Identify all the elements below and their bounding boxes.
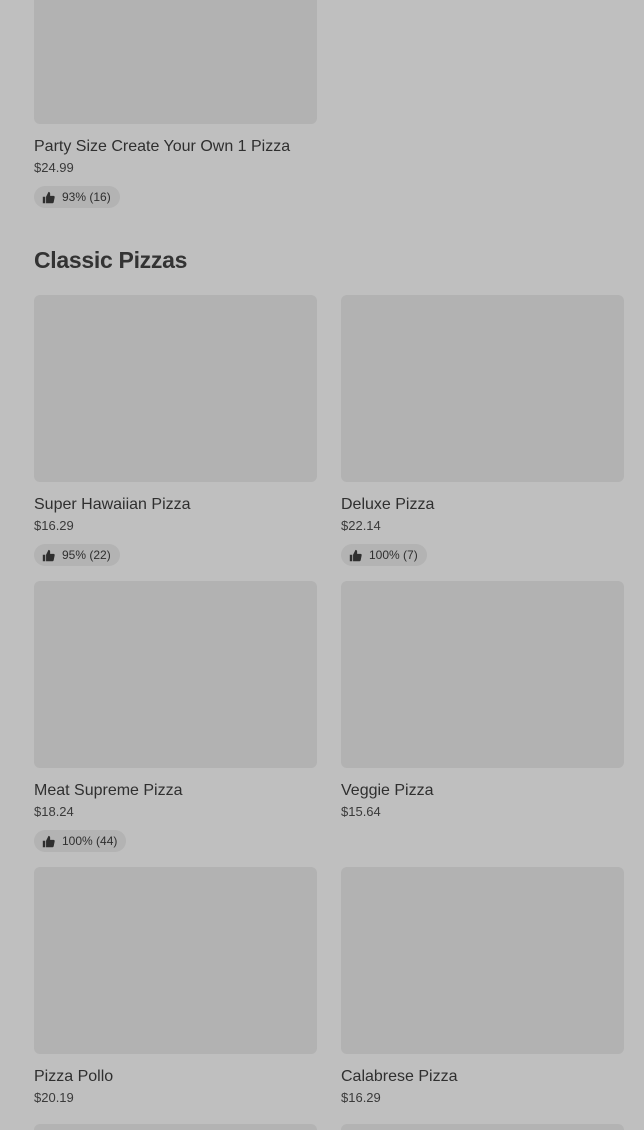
- thumbs-up-icon: [42, 549, 55, 562]
- section-title: Classic Pizzas: [34, 247, 188, 273]
- item-title: Pizza Pollo: [34, 1068, 114, 1085]
- item-price: $24.99: [34, 160, 74, 175]
- menu-item-card[interactable]: Veggie Pizza $15.64: [341, 581, 624, 820]
- item-title: Party Size Create Your Own 1 Pizza: [34, 138, 291, 155]
- menu-page: Party Size Create Your Own 1 Pizza $24.9…: [0, 0, 644, 1130]
- menu-item-card[interactable]: Meat Supreme Pizza $18.24 100% (44): [34, 581, 317, 853]
- rating-badge: 95% (22): [34, 544, 120, 566]
- rating-badge: 100% (44): [34, 830, 127, 852]
- item-price: $16.29: [341, 1090, 381, 1105]
- rating-text: 100% (7): [369, 548, 418, 562]
- menu-item-card[interactable]: Pizza Pollo $20.19: [34, 867, 317, 1106]
- item-price: $20.19: [34, 1090, 74, 1105]
- menu-item-card[interactable]: Super Hawaiian Pizza $16.29 95% (22): [34, 295, 317, 567]
- menu-item-card[interactable]: Calabrese Pizza $16.29: [341, 867, 624, 1106]
- item-title: Calabrese Pizza: [341, 1068, 458, 1085]
- item-image[interactable]: [34, 867, 317, 1054]
- item-price: $22.14: [341, 518, 381, 533]
- item-image[interactable]: [341, 1124, 624, 1130]
- item-price: $16.29: [34, 518, 74, 533]
- rating-text: 93% (16): [62, 190, 111, 204]
- thumbs-up-icon: [42, 191, 55, 204]
- item-price: $18.24: [34, 804, 74, 819]
- item-image[interactable]: [34, 1124, 317, 1130]
- item-title: Meat Supreme Pizza: [34, 782, 183, 799]
- item-title: Deluxe Pizza: [341, 496, 435, 513]
- rating-text: 100% (44): [62, 834, 118, 848]
- item-image[interactable]: [34, 581, 317, 768]
- rating-badge: 93% (16): [34, 186, 120, 208]
- menu-item-card[interactable]: Deluxe Pizza $22.14 100% (7): [341, 295, 624, 567]
- item-price: $15.64: [341, 804, 381, 819]
- item-image[interactable]: [34, 295, 317, 482]
- menu-item-card[interactable]: Party Size Create Your Own 1 Pizza $24.9…: [34, 0, 317, 209]
- item-image[interactable]: [341, 581, 624, 768]
- item-title: Super Hawaiian Pizza: [34, 496, 191, 513]
- item-image[interactable]: [341, 867, 624, 1054]
- thumbs-up-icon: [42, 835, 55, 848]
- thumbs-up-icon: [349, 549, 362, 562]
- item-image[interactable]: [341, 295, 624, 482]
- item-title: Veggie Pizza: [341, 782, 434, 799]
- item-image[interactable]: [34, 0, 317, 124]
- rating-text: 95% (22): [62, 548, 111, 562]
- rating-badge: 100% (7): [341, 544, 427, 566]
